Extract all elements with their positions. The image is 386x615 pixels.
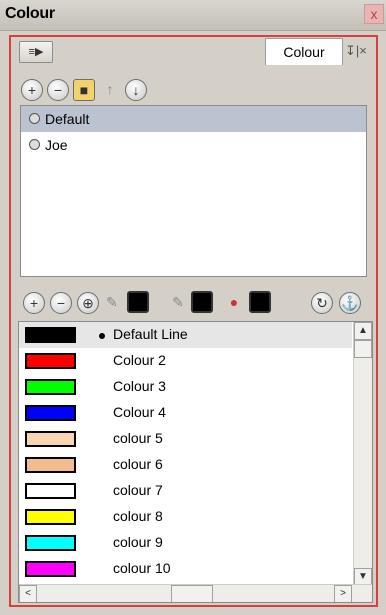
colour-name: colour 8 xyxy=(113,508,163,524)
colour-row[interactable]: colour 5 xyxy=(19,426,352,452)
colour-row[interactable]: colour 9 xyxy=(19,530,352,556)
tab-colour[interactable]: Colour xyxy=(265,38,343,65)
paint-colour-swatch[interactable] xyxy=(249,291,271,313)
brush-icon[interactable]: ✎ xyxy=(167,292,189,314)
palette-label: Joe xyxy=(45,137,68,153)
colour-swatch xyxy=(25,483,76,499)
move-down-icon[interactable]: ↓ xyxy=(125,79,147,101)
colour-swatch xyxy=(25,535,76,551)
colour-swatch xyxy=(25,457,76,473)
brush-colour-swatch[interactable] xyxy=(191,291,213,313)
palette-item-default[interactable]: Default xyxy=(21,106,366,132)
colour-toolbar: + − ⊕ ✎ ✎ ● ↻ ⚓ xyxy=(23,291,368,315)
panel-menu-button[interactable]: ≡▶ xyxy=(19,41,53,63)
colour-swatch xyxy=(25,431,76,447)
colour-name: colour 5 xyxy=(113,430,163,446)
colour-name: colour 10 xyxy=(113,560,171,576)
paint-icon[interactable]: ● xyxy=(223,292,245,314)
colour-swatch xyxy=(25,353,76,369)
palette-label: Default xyxy=(45,111,90,127)
horizontal-scrollbar[interactable]: < > xyxy=(19,584,372,602)
colour-row[interactable]: Colour 2 xyxy=(19,348,352,374)
pencil-icon[interactable]: ✎ xyxy=(101,292,123,314)
colour-list: Default Line Colour 2 Colour 3 Colour 4 … xyxy=(18,321,373,603)
palette-list: Default Joe xyxy=(20,105,367,277)
current-colour-swatch[interactable] xyxy=(127,291,149,313)
palette-folder-icon[interactable]: ■ xyxy=(73,79,95,101)
colour-row[interactable]: Default Line xyxy=(19,322,352,348)
colour-row[interactable]: colour 8 xyxy=(19,504,352,530)
colour-name: colour 7 xyxy=(113,482,163,498)
colour-row[interactable]: Colour 4 xyxy=(19,400,352,426)
scroll-thumb[interactable] xyxy=(354,340,372,358)
palette-icon xyxy=(29,139,40,150)
anchor-icon[interactable]: ⚓ xyxy=(339,292,361,314)
refresh-icon[interactable]: ↻ xyxy=(311,292,333,314)
remove-colour-icon[interactable]: − xyxy=(50,292,72,314)
colour-swatch xyxy=(25,509,76,525)
colour-name: Colour 3 xyxy=(113,378,166,394)
add-colour-icon[interactable]: + xyxy=(23,292,45,314)
colour-row[interactable]: colour 10 xyxy=(19,556,352,582)
move-up-icon[interactable]: ↑ xyxy=(99,79,121,101)
colour-swatch xyxy=(25,405,76,421)
colour-name: Colour 2 xyxy=(113,352,166,368)
colour-row[interactable]: colour 7 xyxy=(19,478,352,504)
colour-name: colour 9 xyxy=(113,534,163,550)
texture-icon[interactable]: ⊕ xyxy=(77,292,99,314)
palette-icon xyxy=(29,113,40,124)
colour-swatch xyxy=(25,327,76,343)
colour-swatch xyxy=(25,561,76,577)
selected-dot-icon xyxy=(99,333,105,339)
colour-panel: ≡▶ Colour ↧|× + − ■ ↑ ↓ Default Joe + − … xyxy=(9,35,378,607)
colour-swatch xyxy=(25,379,76,395)
window-title: Colour xyxy=(5,5,55,22)
tab-tools[interactable]: ↧|× xyxy=(345,43,379,59)
horizontal-scroll-thumb[interactable] xyxy=(171,585,213,602)
colour-row[interactable]: colour 6 xyxy=(19,452,352,478)
colour-name: Colour 4 xyxy=(113,404,166,420)
vertical-scrollbar[interactable]: ▲ ▼ xyxy=(353,322,372,586)
palette-toolbar: + − ■ ↑ ↓ xyxy=(21,79,151,101)
colour-name: colour 6 xyxy=(113,456,163,472)
scroll-up-button[interactable]: ▲ xyxy=(354,322,372,340)
scroll-right-button[interactable]: > xyxy=(334,585,352,602)
close-button[interactable]: x xyxy=(364,4,384,24)
palette-item-joe[interactable]: Joe xyxy=(21,132,366,158)
remove-palette-icon[interactable]: − xyxy=(47,79,69,101)
title-bar: Colour x xyxy=(0,0,386,31)
scroll-left-button[interactable]: < xyxy=(19,585,37,602)
colour-name: Default Line xyxy=(113,326,188,342)
add-palette-icon[interactable]: + xyxy=(21,79,43,101)
colour-row[interactable]: Colour 3 xyxy=(19,374,352,400)
